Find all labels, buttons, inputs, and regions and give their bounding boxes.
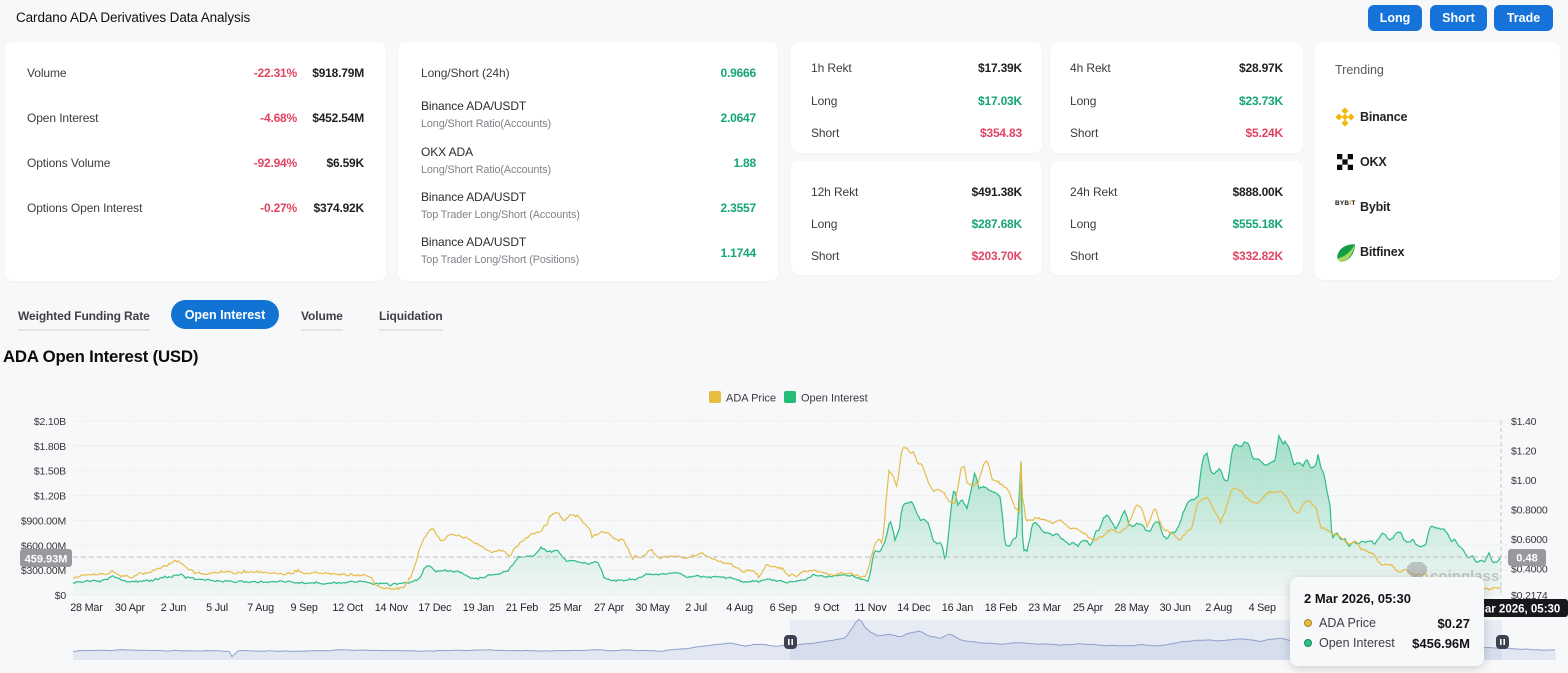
- svg-text:4 Aug: 4 Aug: [726, 602, 753, 614]
- svg-text:$1.00: $1.00: [1511, 475, 1537, 487]
- svg-text:$1.20: $1.20: [1511, 445, 1537, 457]
- svg-text:Open Interest: Open Interest: [801, 393, 868, 405]
- svg-text:23 Mar: 23 Mar: [1028, 602, 1061, 614]
- svg-text:11 Nov: 11 Nov: [854, 602, 887, 614]
- svg-text:459.93M: 459.93M: [25, 554, 68, 566]
- svg-text:2 Jun: 2 Jun: [161, 602, 187, 614]
- svg-text:$1.50B: $1.50B: [34, 466, 66, 478]
- svg-text:28 Mar: 28 Mar: [70, 602, 103, 614]
- svg-text:$0.6000: $0.6000: [1511, 534, 1548, 546]
- svg-text:$1.80B: $1.80B: [34, 441, 66, 453]
- svg-text:$1.40: $1.40: [1511, 416, 1537, 428]
- svg-text:$0: $0: [55, 590, 67, 602]
- svg-text:6 Sep: 6 Sep: [770, 602, 797, 614]
- svg-text:25 Apr: 25 Apr: [1073, 602, 1104, 614]
- svg-text:2 Jul: 2 Jul: [685, 602, 707, 614]
- svg-text:2 Aug: 2 Aug: [1205, 602, 1232, 614]
- svg-text:0.48: 0.48: [1516, 553, 1537, 565]
- svg-text:12 Oct: 12 Oct: [332, 602, 363, 614]
- svg-text:19 Jan: 19 Jan: [463, 602, 494, 614]
- svg-text:18 Feb: 18 Feb: [985, 602, 1018, 614]
- svg-text:4 Sep: 4 Sep: [1249, 602, 1276, 614]
- svg-text:25 Mar: 25 Mar: [549, 602, 582, 614]
- svg-text:7 Aug: 7 Aug: [247, 602, 274, 614]
- svg-text:9 Oct: 9 Oct: [814, 602, 839, 614]
- svg-text:9 Sep: 9 Sep: [290, 602, 317, 614]
- svg-text:14 Nov: 14 Nov: [375, 602, 409, 614]
- svg-text:16 Jan: 16 Jan: [942, 602, 973, 614]
- svg-text:5 Jul: 5 Jul: [206, 602, 228, 614]
- svg-text:17 Dec: 17 Dec: [418, 602, 452, 614]
- svg-text:30 Apr: 30 Apr: [115, 602, 146, 614]
- svg-text:14 Dec: 14 Dec: [897, 602, 931, 614]
- svg-text:$2.10B: $2.10B: [34, 416, 66, 428]
- svg-text:21 Feb: 21 Feb: [506, 602, 539, 614]
- svg-text:27 Apr: 27 Apr: [594, 602, 625, 614]
- svg-text:$1.20B: $1.20B: [34, 491, 66, 503]
- svg-text:$0.8000: $0.8000: [1511, 505, 1548, 517]
- svg-text:30 Jun: 30 Jun: [1160, 602, 1191, 614]
- svg-text:28 May: 28 May: [1114, 602, 1149, 614]
- svg-text:30 May: 30 May: [635, 602, 670, 614]
- svg-text:ADA Price: ADA Price: [726, 393, 776, 405]
- svg-text:$900.00M: $900.00M: [21, 515, 66, 527]
